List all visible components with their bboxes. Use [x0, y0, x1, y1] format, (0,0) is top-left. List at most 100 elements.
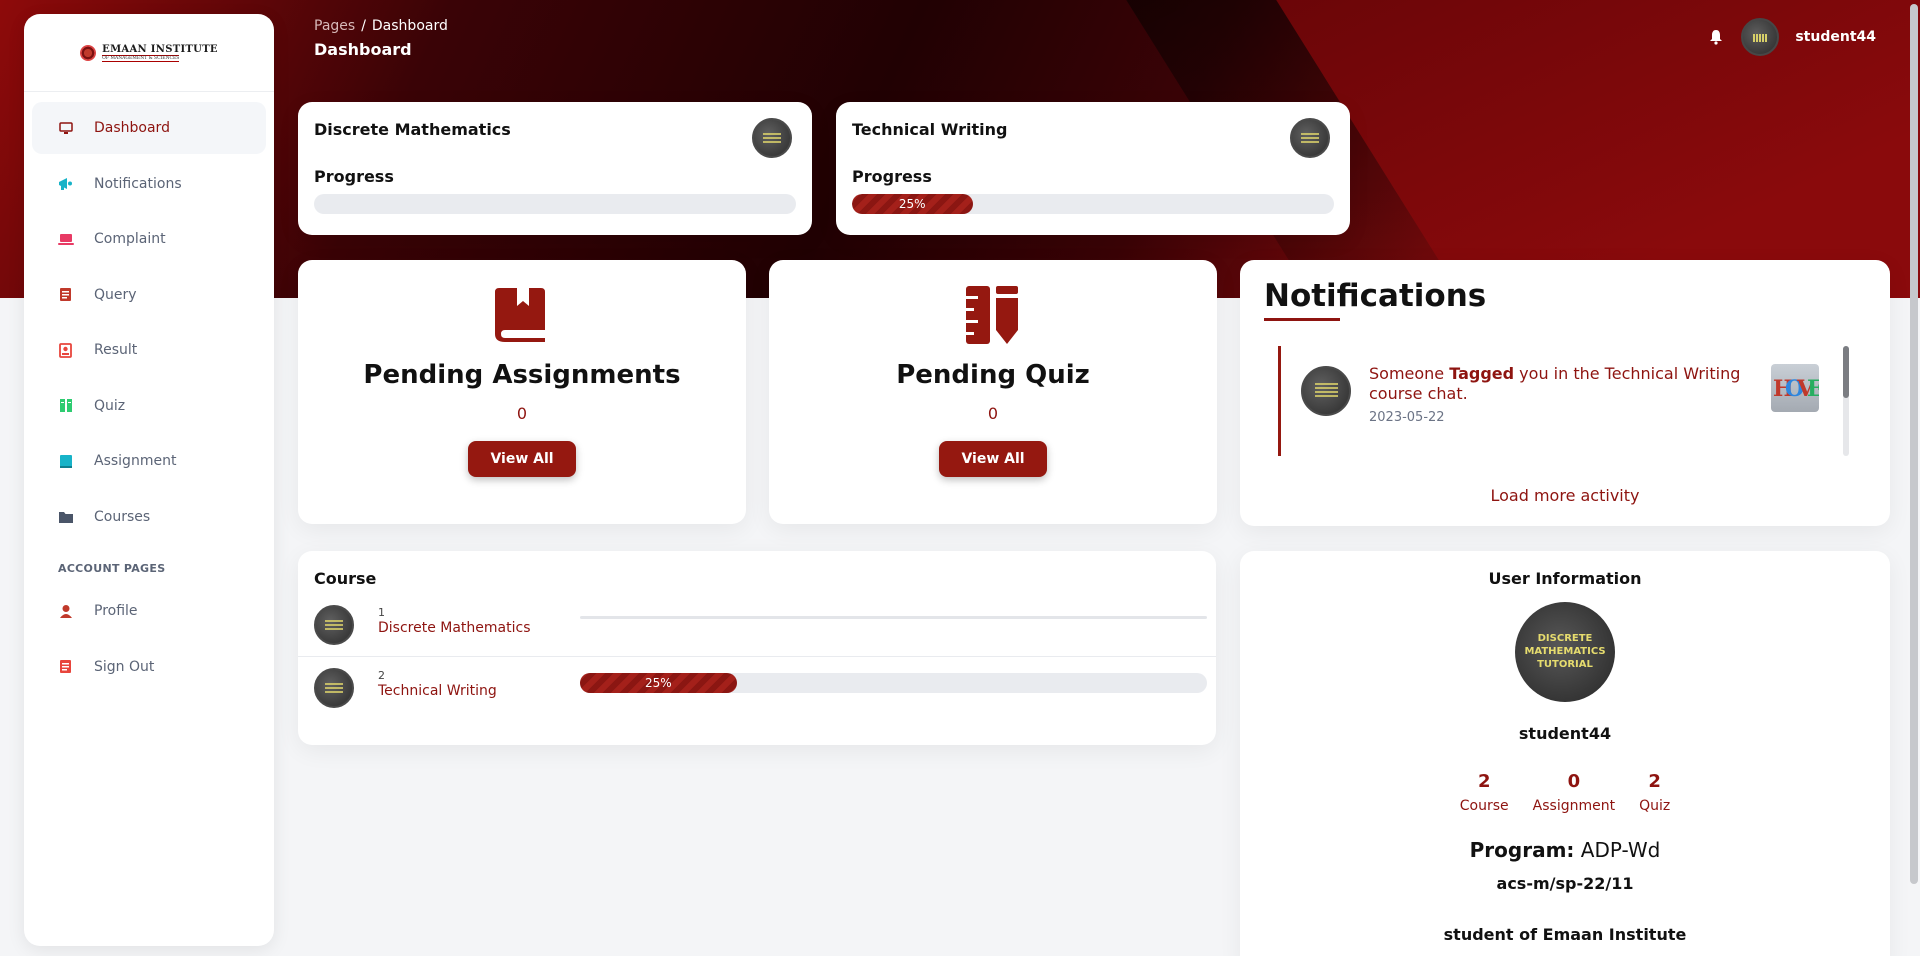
document-icon	[58, 287, 74, 303]
ruler-pencil-icon	[962, 284, 1024, 346]
sidebar-item-notifications[interactable]: Notifications	[32, 158, 266, 210]
program-label: Program:	[1469, 838, 1575, 862]
books-icon	[58, 398, 74, 414]
sidebar-item-label: Notifications	[94, 175, 182, 192]
course-name[interactable]: Discrete Mathematics	[378, 620, 531, 636]
stat-title: Pending Quiz	[896, 360, 1090, 390]
stat-value: 2	[1477, 771, 1491, 792]
sidebar-item-label: Assignment	[94, 453, 177, 469]
course-thumbnail	[752, 118, 792, 158]
document-icon	[58, 659, 74, 675]
logo-seal-icon	[80, 44, 97, 61]
scrollbar-thumb[interactable]	[1843, 346, 1849, 398]
course-card-technical-writing[interactable]: Technical Writing Progress 25%	[836, 102, 1350, 235]
stat-label: Quiz	[1639, 798, 1671, 814]
view-all-quiz-button[interactable]: View All	[939, 441, 1047, 477]
notification-message[interactable]: Someone Tagged you in the Technical Writ…	[1369, 364, 1759, 404]
notification-avatar	[1301, 366, 1351, 416]
breadcrumb-current: Dashboard	[371, 18, 448, 34]
stat-value: 0	[1567, 771, 1581, 792]
sidebar-item-query[interactable]: Query	[32, 269, 266, 321]
laptop-icon	[58, 231, 74, 247]
load-more-link[interactable]: Load more activity	[1240, 486, 1890, 505]
header-username[interactable]: student44	[1795, 29, 1876, 45]
stat-quiz: 2 Quiz	[1639, 771, 1670, 814]
notification-bold: Tagged	[1449, 364, 1515, 383]
table-row[interactable]: 1 Discrete Mathematics	[298, 594, 1216, 657]
sidebar-item-complaint[interactable]: Complaint	[32, 213, 266, 265]
course-progress-bar: 25%	[580, 673, 1207, 693]
sidebar-item-result[interactable]: Result	[32, 324, 266, 376]
stat-count: 0	[516, 404, 528, 423]
brand-logo[interactable]: EMAAN INSTITUTE OF MANAGEMENT & SCIENCES	[80, 44, 218, 62]
notification-image: HOVE	[1771, 364, 1819, 412]
user-stats: 2 Course 0 Assignment 2 Quiz	[1240, 771, 1890, 814]
stat-title: Pending Assignments	[363, 360, 681, 390]
course-card-title: Technical Writing	[852, 120, 1008, 139]
program-info: Program: ADP-Wd	[1240, 838, 1890, 862]
scrollbar-thumb[interactable]	[1910, 4, 1918, 884]
user-name: student44	[1518, 724, 1612, 743]
sidebar-item-label: Result	[94, 342, 138, 358]
stat-count: 0	[987, 404, 999, 423]
course-thumbnail	[314, 605, 354, 645]
organization: student of Emaan Institute	[1443, 925, 1687, 944]
breadcrumb: Pages / Dashboard	[314, 18, 448, 34]
course-card-discrete-mathematics[interactable]: Discrete Mathematics Progress	[298, 102, 812, 235]
sidebar-item-label: Quiz	[94, 397, 126, 414]
logo-title: EMAAN INSTITUTE	[102, 43, 218, 55]
bell-icon[interactable]	[1709, 29, 1725, 45]
logo-area: EMAAN INSTITUTE OF MANAGEMENT & SCIENCES	[24, 14, 274, 92]
sidebar-item-label: Sign Out	[94, 658, 155, 675]
logo-subtitle: OF MANAGEMENT & SCIENCES	[102, 54, 180, 62]
avatar[interactable]	[1741, 18, 1780, 56]
book-icon	[491, 284, 553, 346]
avatar-text: DISCRETE MATHEMATICS TUTORIAL	[1524, 633, 1606, 670]
stat-value: 2	[1648, 771, 1661, 792]
stat-label: Assignment	[1532, 798, 1616, 814]
course-list-card: Course 1 Discrete Mathematics 2 Technica…	[298, 551, 1216, 745]
sidebar-item-profile[interactable]: Profile	[32, 585, 266, 637]
notification-list: Someone Tagged you in the Technical Writ…	[1278, 346, 1846, 456]
progress-fill: 25%	[852, 194, 973, 214]
view-all-assignments-button[interactable]: View All	[468, 441, 576, 477]
sidebar-item-courses[interactable]: Courses	[32, 491, 266, 543]
sidebar-item-label: Courses	[94, 508, 151, 525]
breadcrumb-root[interactable]: Pages	[314, 18, 355, 34]
sidebar: EMAAN INSTITUTE OF MANAGEMENT & SCIENCES…	[24, 14, 274, 946]
stat-label: Course	[1459, 798, 1509, 814]
sidebar-item-sign-out[interactable]: Sign Out	[32, 641, 266, 693]
sidebar-item-label: Profile	[94, 603, 138, 619]
title-underline	[1264, 318, 1340, 321]
course-list-title: Course	[314, 569, 377, 588]
megaphone-icon	[58, 176, 74, 192]
course-name[interactable]: Technical Writing	[378, 683, 497, 699]
course-progress-bar	[580, 616, 1207, 619]
person-icon	[58, 603, 74, 619]
avatar: DISCRETE MATHEMATICS TUTORIAL	[1515, 602, 1615, 702]
progress-bar: 25%	[852, 194, 1334, 214]
progress-label: Progress	[852, 167, 932, 186]
sidebar-item-dashboard[interactable]: Dashboard	[32, 102, 266, 154]
sidebar-nav: Dashboard Notifications Complaint Query …	[24, 92, 274, 706]
course-card-title: Discrete Mathematics	[314, 120, 511, 139]
account-pages-heading: ACCOUNT PAGES	[58, 562, 166, 575]
course-thumbnail	[1290, 118, 1330, 158]
sidebar-item-quiz[interactable]: Quiz	[32, 380, 266, 432]
folder-icon	[58, 509, 74, 525]
stat-assignment: 0 Assignment	[1533, 771, 1615, 814]
table-row[interactable]: 2 Technical Writing 25%	[298, 657, 1216, 720]
program-value: ADP-Wd	[1580, 838, 1661, 862]
sidebar-item-assignment[interactable]: Assignment	[32, 435, 266, 487]
user-card-icon	[58, 342, 74, 358]
user-info-title: User Information	[1488, 569, 1642, 588]
sidebar-item-label: Query	[94, 286, 137, 303]
notification-date: 2023-05-22	[1369, 410, 1445, 425]
notification-scrollbar[interactable]	[1843, 346, 1849, 456]
course-thumbnail	[314, 668, 354, 708]
progress-fill: 25%	[580, 673, 737, 693]
stat-course: 2 Course	[1460, 771, 1509, 814]
page-title: Dashboard	[314, 40, 412, 59]
progress-label: Progress	[314, 167, 394, 186]
page-scrollbar[interactable]	[1910, 0, 1918, 956]
